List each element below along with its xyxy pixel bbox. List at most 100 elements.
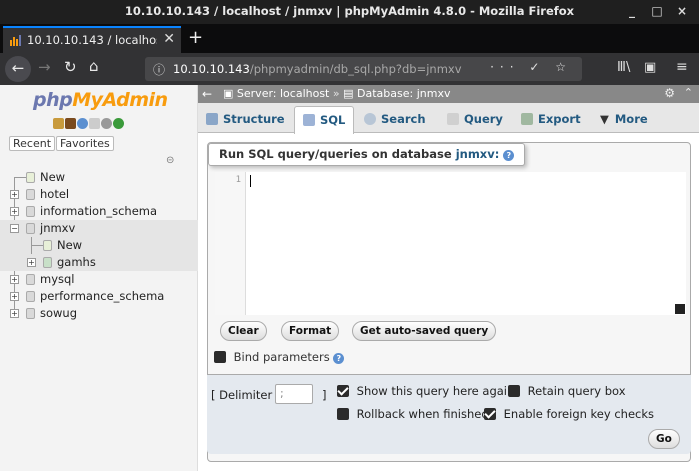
sql-form-legend: Run SQL query/queries on database jnmxv:… (208, 143, 526, 166)
legend-database[interactable]: jnmxv: (456, 147, 500, 161)
breadcrumb-database[interactable]: Database: jnmxv (357, 87, 450, 100)
maximize-button[interactable]: □ (649, 3, 665, 19)
phpmyadmin-logo[interactable]: phpMyAdmin (33, 89, 168, 111)
collapse-top-icon[interactable]: ⌃ (684, 86, 693, 99)
tab-export-label: Export (538, 112, 581, 126)
rollback-option[interactable]: Rollback when finished (337, 407, 489, 421)
tree-item-gamhs[interactable]: + gamhs (0, 254, 198, 271)
tree-item-information-schema[interactable]: + information_schema (0, 203, 198, 220)
forward-arrow-icon[interactable]: → (38, 58, 51, 76)
close-window-button[interactable]: × (674, 3, 690, 19)
tree-item-jnmxv[interactable]: − jnmxv (0, 220, 198, 237)
home-icon[interactable] (53, 118, 64, 129)
tree-item-new-table[interactable]: New (0, 237, 198, 262)
database-icon (26, 206, 35, 217)
server-icon: ▣ (223, 87, 234, 100)
foreign-key-checkbox[interactable] (484, 408, 496, 420)
tab-query[interactable]: Query (447, 106, 503, 133)
legend-text: Run SQL query/queries on database (219, 147, 452, 161)
browser-tab[interactable]: 10.10.10.143 / localhost / ✕ (3, 26, 181, 53)
resize-handle[interactable] (675, 304, 685, 314)
bind-parameters-checkbox[interactable] (214, 351, 226, 363)
breadcrumb-text: ▣ Server: localhost » ▤ Database: jnmxv (223, 87, 450, 100)
new-table-icon (43, 240, 52, 251)
info-icon[interactable]: ⓘ (153, 61, 165, 78)
rollback-checkbox[interactable] (337, 408, 349, 420)
expand-icon[interactable]: + (10, 309, 19, 318)
tree-label-sowug: sowug (40, 306, 78, 320)
tree-label-mysql: mysql (40, 272, 75, 286)
expand-icon[interactable]: + (10, 275, 19, 284)
help-icon[interactable]: ? (503, 150, 515, 161)
sql-editor[interactable]: 1 (215, 172, 686, 315)
show-query-option[interactable]: Show this query here again (337, 384, 514, 398)
new-database-icon (26, 172, 35, 183)
database-icon (26, 189, 35, 200)
expand-icon[interactable]: + (27, 258, 36, 267)
favorites-tab[interactable]: Favorites (56, 136, 114, 151)
delimiter-input[interactable]: ; (275, 384, 313, 404)
foreign-key-option[interactable]: Enable foreign key checks (484, 407, 654, 421)
database-icon (26, 308, 35, 319)
get-auto-saved-query-button[interactable]: Get auto-saved query (352, 321, 497, 341)
clear-button[interactable]: Clear (220, 321, 267, 341)
tab-export[interactable]: Export (521, 106, 581, 133)
tree-item-hotel[interactable]: + hotel (0, 186, 198, 203)
link-icon[interactable]: ⊝ (166, 155, 174, 166)
tree-label-information-schema: information_schema (40, 204, 158, 218)
docs-icon[interactable] (89, 118, 100, 129)
text-cursor (250, 175, 251, 187)
tab-bar: 10.10.10.143 / localhost / ✕ + (0, 24, 699, 53)
tree-label-performance-schema: performance_schema (40, 289, 165, 303)
show-query-checkbox[interactable] (337, 385, 349, 397)
database-icon (26, 291, 35, 302)
collapse-icon[interactable]: − (10, 224, 19, 233)
retain-query-checkbox[interactable] (508, 385, 520, 397)
back-arrow-icon[interactable]: ← (5, 56, 31, 82)
format-button[interactable]: Format (281, 321, 340, 341)
home-icon[interactable]: ⌂ (89, 57, 99, 75)
expand-icon[interactable]: + (10, 292, 19, 301)
url-bar[interactable]: ⓘ 10.10.10.143/phpmyadmin/db_sql.php?db=… (145, 57, 582, 81)
tree-label-new-table: New (57, 238, 83, 252)
help-icon[interactable]: ? (333, 353, 345, 364)
logout-icon[interactable] (65, 118, 76, 129)
tree-item-performance-schema[interactable]: + performance_schema (0, 288, 198, 305)
tab-title: 10.10.10.143 / localhost / (27, 33, 157, 47)
tab-sql[interactable]: SQL (294, 106, 355, 134)
reload-icon[interactable]: ↻ (64, 58, 77, 76)
tab-search[interactable]: Search (364, 106, 426, 133)
recent-tab[interactable]: Recent (9, 136, 56, 151)
tab-more[interactable]: ▼ More (600, 106, 648, 133)
nav-icon-row (53, 118, 125, 132)
tree-item-mysql[interactable]: + mysql (0, 271, 198, 288)
minimize-button[interactable]: _ (624, 3, 640, 19)
retain-query-option[interactable]: Retain query box (508, 384, 626, 398)
expand-icon[interactable]: + (10, 207, 19, 216)
recent-favorites-tabs: Recent Favorites (9, 136, 115, 151)
close-tab-icon[interactable]: ✕ (163, 31, 175, 47)
breadcrumb-separator: » (332, 87, 340, 100)
breadcrumb-server[interactable]: Server: localhost (237, 87, 329, 100)
database-icon: ▤ (343, 87, 354, 100)
expand-icon[interactable]: + (10, 190, 19, 199)
logo-php: php (33, 89, 73, 111)
collapse-nav-icon[interactable]: ← (202, 85, 212, 103)
menu-icon[interactable]: ≡ (676, 59, 688, 75)
url-host: 10.10.10.143 (173, 62, 250, 76)
tree-item-sowug[interactable]: + sowug (0, 305, 198, 322)
page-content: phpMyAdmin Recent Favorites ⊝ New + hotel… (0, 85, 699, 471)
page-actions-icon[interactable]: ··· ✓ ☆ (490, 60, 572, 74)
library-icon[interactable]: Ⅲ\ (617, 60, 630, 75)
sidebar-icon[interactable]: ▣ (644, 60, 656, 75)
breadcrumb: ← ▣ Server: localhost » ▤ Database: jnmx… (198, 85, 699, 103)
new-tab-button[interactable]: + (188, 27, 203, 48)
help-icon[interactable] (77, 118, 88, 129)
tree-item-new[interactable]: New (0, 169, 198, 186)
go-button[interactable]: Go (648, 429, 680, 449)
settings-gear-icon[interactable]: ⚙ (664, 86, 675, 100)
settings-gear-icon[interactable] (101, 118, 112, 129)
reload-nav-icon[interactable] (113, 118, 124, 129)
tab-structure[interactable]: Structure (206, 106, 285, 133)
sql-icon (303, 114, 315, 126)
